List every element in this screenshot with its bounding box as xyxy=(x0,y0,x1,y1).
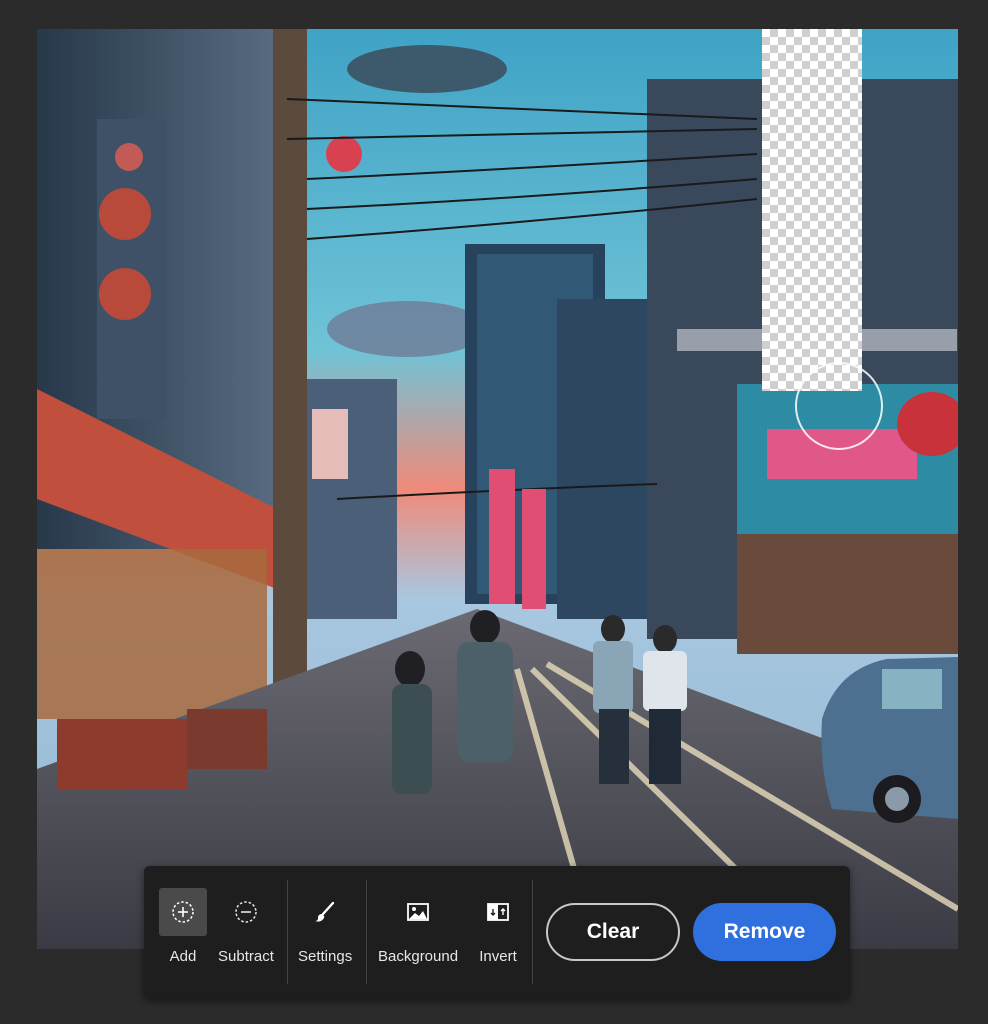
erased-transparent-region xyxy=(762,29,862,391)
invert-icon xyxy=(474,888,522,936)
invert-tool-label: Invert xyxy=(479,948,517,965)
background-tool-label: Background xyxy=(378,948,459,965)
toolbar-divider xyxy=(366,880,367,984)
toolbar-divider xyxy=(287,880,288,984)
remove-button[interactable]: Remove xyxy=(693,903,836,961)
add-tool-label: Add xyxy=(169,948,197,965)
background-tool[interactable]: Background xyxy=(378,888,458,965)
subtract-tool[interactable]: Subtract xyxy=(218,888,274,965)
clear-button[interactable]: Clear xyxy=(546,903,680,961)
settings-tool[interactable]: Settings xyxy=(298,888,352,965)
add-circle-icon xyxy=(159,888,207,936)
settings-tool-label: Settings xyxy=(298,948,353,965)
subtract-circle-icon xyxy=(222,888,270,936)
add-tool[interactable]: Add xyxy=(159,888,207,965)
invert-tool[interactable]: Invert xyxy=(474,888,522,965)
image-icon xyxy=(394,888,442,936)
subtract-tool-label: Subtract xyxy=(218,948,274,965)
brush-icon xyxy=(301,888,349,936)
remove-tool-toolbar: Add Subtract Settings Background Invert … xyxy=(144,866,850,999)
toolbar-divider xyxy=(532,880,533,984)
brush-cursor xyxy=(795,362,883,450)
